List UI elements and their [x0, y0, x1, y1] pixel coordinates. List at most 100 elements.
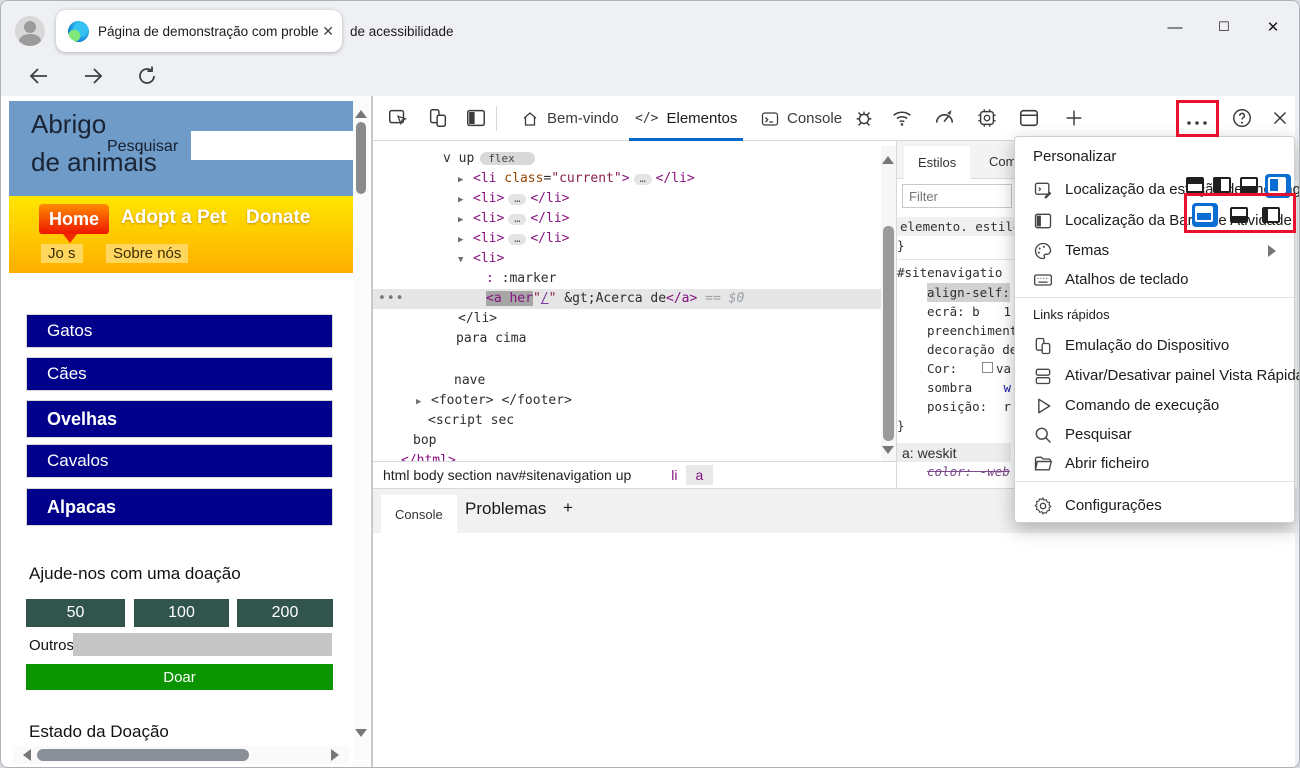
code-row[interactable]: <script sec	[373, 411, 896, 431]
page-horizontal-scrollbar[interactable]	[13, 746, 349, 764]
elements-scrollbar[interactable]	[881, 146, 896, 461]
amount-200-button[interactable]: 200	[237, 599, 333, 627]
more-tabs-plus-icon[interactable]	[1063, 107, 1085, 129]
minimize-button[interactable]: —	[1167, 19, 1183, 36]
category-button-sheep[interactable]: Ovelhas	[26, 400, 333, 438]
devtools-close-icon[interactable]	[1269, 107, 1291, 129]
drawer-add-icon[interactable]: +	[563, 498, 573, 518]
code-row[interactable]: align-self:	[897, 283, 1015, 302]
performance-gauge-icon[interactable]	[933, 107, 955, 129]
code-row[interactable]: elemento. estilo	[897, 217, 1024, 236]
menu-item-run-command[interactable]: Comando de execução	[1015, 391, 1294, 420]
code-row[interactable]: : :marker	[373, 269, 896, 289]
inspect-element-icon[interactable]	[387, 107, 409, 129]
scroll-up-icon[interactable]	[882, 150, 894, 164]
code-row[interactable]: bop	[373, 431, 896, 451]
category-button-alpacas[interactable]: Alpacas	[26, 488, 333, 526]
browser-tab[interactable]: Página de demonstração com problema ✕	[56, 10, 342, 52]
other-amount-input[interactable]	[73, 633, 332, 656]
code-row[interactable]: #sitenavigatio	[897, 259, 1015, 283]
tab-welcome[interactable]: Bem-vindo	[521, 96, 619, 141]
scroll-left-icon[interactable]	[17, 749, 31, 761]
code-row[interactable]: sombra w	[897, 378, 1015, 397]
code-row[interactable]: v up flex	[373, 149, 896, 169]
code-row[interactable]: posição: r	[897, 397, 1015, 416]
tab-close-icon[interactable]: ✕	[322, 23, 334, 40]
donate-button[interactable]: Doar	[26, 664, 333, 690]
code-row[interactable]: color: -web	[897, 462, 1015, 481]
code-row[interactable]: ecrã: b1	[897, 302, 1015, 321]
browser-window: Página de demonstração com problema ✕ de…	[0, 0, 1300, 768]
help-icon[interactable]	[1231, 107, 1253, 129]
tab-elements[interactable]: </> Elementos	[628, 96, 744, 141]
network-wifi-icon[interactable]	[891, 107, 913, 129]
code-row[interactable]: preenchimento:	[897, 321, 1032, 340]
code-row[interactable]: para cima	[373, 329, 896, 349]
elements-scroll-thumb[interactable]	[883, 226, 894, 441]
code-row[interactable]: ▶ <li>… </li>	[373, 209, 896, 229]
code-row[interactable]: nave	[373, 371, 896, 391]
issues-bug-icon[interactable]	[853, 107, 875, 129]
close-button[interactable]: ✕	[1265, 19, 1281, 36]
nav-home-link[interactable]: Home	[39, 204, 109, 243]
code-row[interactable]: ▼ <li>	[373, 249, 896, 269]
annotation-box-more-button	[1176, 100, 1219, 137]
scroll-down-icon[interactable]	[355, 729, 367, 743]
menu-item-keyboard-shortcuts[interactable]: Atalhos de teclado	[1015, 265, 1294, 294]
styles-filter-input[interactable]	[902, 184, 1012, 208]
vscroll-thumb[interactable]	[356, 122, 366, 194]
code-row[interactable]	[373, 349, 896, 371]
amount-100-button[interactable]: 100	[134, 599, 229, 627]
menu-item-open-file[interactable]: Abrir ficheiro	[1015, 449, 1294, 478]
code-row[interactable]: Cor: va	[897, 359, 1015, 378]
device-toolbar-icon[interactable]	[427, 107, 449, 129]
tab-console[interactable]: Console	[761, 96, 842, 141]
breadcrumb-path[interactable]: html body section nav#sitenavigation up	[383, 467, 631, 483]
site-search-input[interactable]	[191, 131, 353, 160]
breadcrumb-a[interactable]: a	[685, 465, 714, 485]
code-row[interactable]: decoração de texto	[897, 340, 1062, 359]
scroll-down-icon[interactable]	[882, 446, 894, 460]
nav-jobs-link[interactable]: Jo s	[41, 244, 83, 263]
drawer-tab-problems[interactable]: Problemas	[465, 499, 546, 519]
amount-50-button[interactable]: 50	[26, 599, 125, 627]
category-button-cats[interactable]: Gatos	[26, 314, 333, 348]
category-button-horses[interactable]: Cavalos	[26, 444, 333, 478]
menu-item-device-emulation[interactable]: Emulação do Dispositivo	[1015, 331, 1294, 360]
code-row[interactable]: }	[897, 416, 1015, 435]
page-vertical-scrollbar[interactable]	[353, 96, 369, 767]
back-icon[interactable]	[27, 64, 51, 88]
nav-adopt-link[interactable]: Adopt a Pet	[121, 207, 227, 229]
category-button-dogs[interactable]: Cães	[26, 357, 333, 391]
code-row[interactable]	[897, 435, 1015, 443]
code-row[interactable]: ▶ <footer> </footer>	[373, 391, 896, 411]
drawer-tab-console[interactable]: Console	[381, 495, 457, 534]
profile-avatar[interactable]	[15, 16, 45, 46]
forward-icon[interactable]	[81, 64, 105, 88]
code-row[interactable]: </html>	[373, 451, 896, 461]
dock-side-icon[interactable]	[465, 107, 487, 129]
menu-item-quick-view[interactable]: Ativar/Desativar painel Vista Rápida	[1015, 361, 1299, 390]
menu-item-search[interactable]: Pesquisar	[1015, 420, 1294, 449]
nav-donate-link[interactable]: Donate	[246, 207, 310, 229]
code-row[interactable]: </li>	[373, 309, 896, 329]
layout-panel-icon[interactable]	[1018, 107, 1040, 129]
scroll-up-icon[interactable]	[355, 104, 367, 118]
hscroll-thumb[interactable]	[37, 749, 249, 761]
memory-chip-icon[interactable]	[976, 107, 998, 129]
breadcrumb-li[interactable]: li	[671, 467, 677, 483]
menu-item-settings[interactable]: Configurações	[1015, 491, 1294, 520]
code-row[interactable]: ▶ <li>… </li>	[373, 189, 896, 209]
code-row[interactable]: ••• <a her"/" &gt;Acerca de</a> == $0	[373, 289, 896, 309]
menu-item-themes[interactable]: Temas	[1015, 236, 1294, 265]
maximize-button[interactable]: ☐	[1216, 19, 1232, 35]
search-label: Pesquisar	[107, 138, 179, 155]
tab-styles[interactable]: Estilos	[904, 146, 971, 179]
code-row[interactable]: ▶ <li>… </li>	[373, 229, 896, 249]
code-row[interactable]: }	[897, 236, 1015, 255]
refresh-icon[interactable]	[135, 64, 159, 88]
nav-about-link[interactable]: Sobre nós	[106, 244, 189, 263]
scroll-right-icon[interactable]	[331, 749, 345, 761]
code-row[interactable]: ▶ <li class="current">… </li>	[373, 169, 896, 189]
code-row[interactable]: a: weskit	[897, 443, 1015, 462]
